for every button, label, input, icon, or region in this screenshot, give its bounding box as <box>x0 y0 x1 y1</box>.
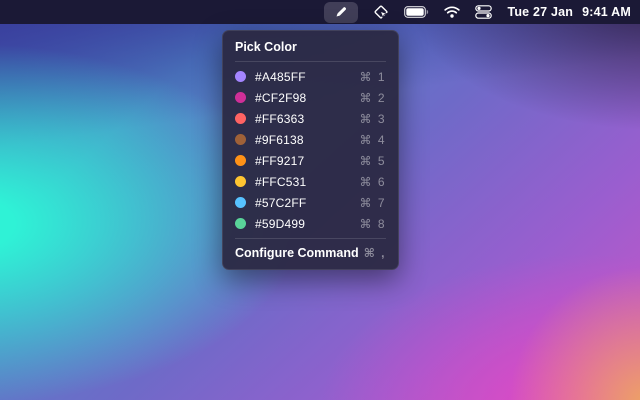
shortcut-label: ⌘ 2 <box>359 91 386 105</box>
configure-command-item[interactable]: Configure Command ⌘ , <box>223 239 398 269</box>
menubar-time: 9:41 AM <box>582 5 631 19</box>
shortcut-label: ⌘ 1 <box>359 70 386 84</box>
battery-icon <box>404 6 429 18</box>
color-hex-label: #FFC531 <box>255 175 359 189</box>
menubar-item-diamond[interactable] <box>373 0 389 24</box>
shortcut-label: ⌘ 4 <box>359 133 386 147</box>
color-hex-label: #FF9217 <box>255 154 359 168</box>
pencil-icon <box>334 5 348 19</box>
wifi-icon <box>444 6 460 18</box>
color-swatch <box>235 134 246 145</box>
color-menu-item[interactable]: #FFC531 ⌘ 6 <box>223 171 398 192</box>
color-swatch <box>235 92 246 103</box>
pick-color-menu: Pick Color #A485FF ⌘ 1 #CF2F98 ⌘ 2 #FF63… <box>222 30 399 270</box>
shortcut-label: ⌘ , <box>364 246 386 260</box>
color-swatch <box>235 155 246 166</box>
menubar-date: Tue 27 Jan <box>507 5 573 19</box>
shortcut-label: ⌘ 3 <box>359 112 386 126</box>
menubar-clock[interactable]: Tue 27 Jan 9:41 AM <box>507 5 631 19</box>
menubar-item-control-center[interactable] <box>475 0 492 24</box>
diamond-cursor-icon <box>373 4 389 20</box>
color-menu-item[interactable]: #9F6138 ⌘ 4 <box>223 129 398 150</box>
color-swatch <box>235 71 246 82</box>
color-menu-item[interactable]: #FF6363 ⌘ 3 <box>223 108 398 129</box>
color-hex-label: #9F6138 <box>255 133 359 147</box>
color-hex-label: #CF2F98 <box>255 91 359 105</box>
color-list: #A485FF ⌘ 1 #CF2F98 ⌘ 2 #FF6363 ⌘ 3 #9F6… <box>223 62 398 238</box>
color-swatch <box>235 218 246 229</box>
color-menu-item[interactable]: #FF9217 ⌘ 5 <box>223 150 398 171</box>
color-hex-label: #57C2FF <box>255 196 359 210</box>
color-menu-item[interactable]: #A485FF ⌘ 1 <box>223 66 398 87</box>
menubar-item-color-picker[interactable] <box>324 2 358 23</box>
control-center-icon <box>475 5 492 19</box>
color-menu-item[interactable]: #59D499 ⌘ 8 <box>223 213 398 234</box>
shortcut-label: ⌘ 5 <box>359 154 386 168</box>
color-menu-item[interactable]: #57C2FF ⌘ 7 <box>223 192 398 213</box>
color-swatch <box>235 113 246 124</box>
menubar-item-wifi[interactable] <box>444 0 460 24</box>
color-swatch <box>235 197 246 208</box>
shortcut-label: ⌘ 6 <box>359 175 386 189</box>
menubar-item-battery[interactable] <box>404 0 429 24</box>
color-hex-label: #FF6363 <box>255 112 359 126</box>
configure-command-label: Configure Command <box>235 246 359 260</box>
shortcut-label: ⌘ 7 <box>359 196 386 210</box>
color-swatch <box>235 176 246 187</box>
menu-bar: Tue 27 Jan 9:41 AM <box>0 0 640 24</box>
menu-title: Pick Color <box>223 31 398 61</box>
color-hex-label: #A485FF <box>255 70 359 84</box>
shortcut-label: ⌘ 8 <box>359 217 386 231</box>
color-hex-label: #59D499 <box>255 217 359 231</box>
color-menu-item[interactable]: #CF2F98 ⌘ 2 <box>223 87 398 108</box>
